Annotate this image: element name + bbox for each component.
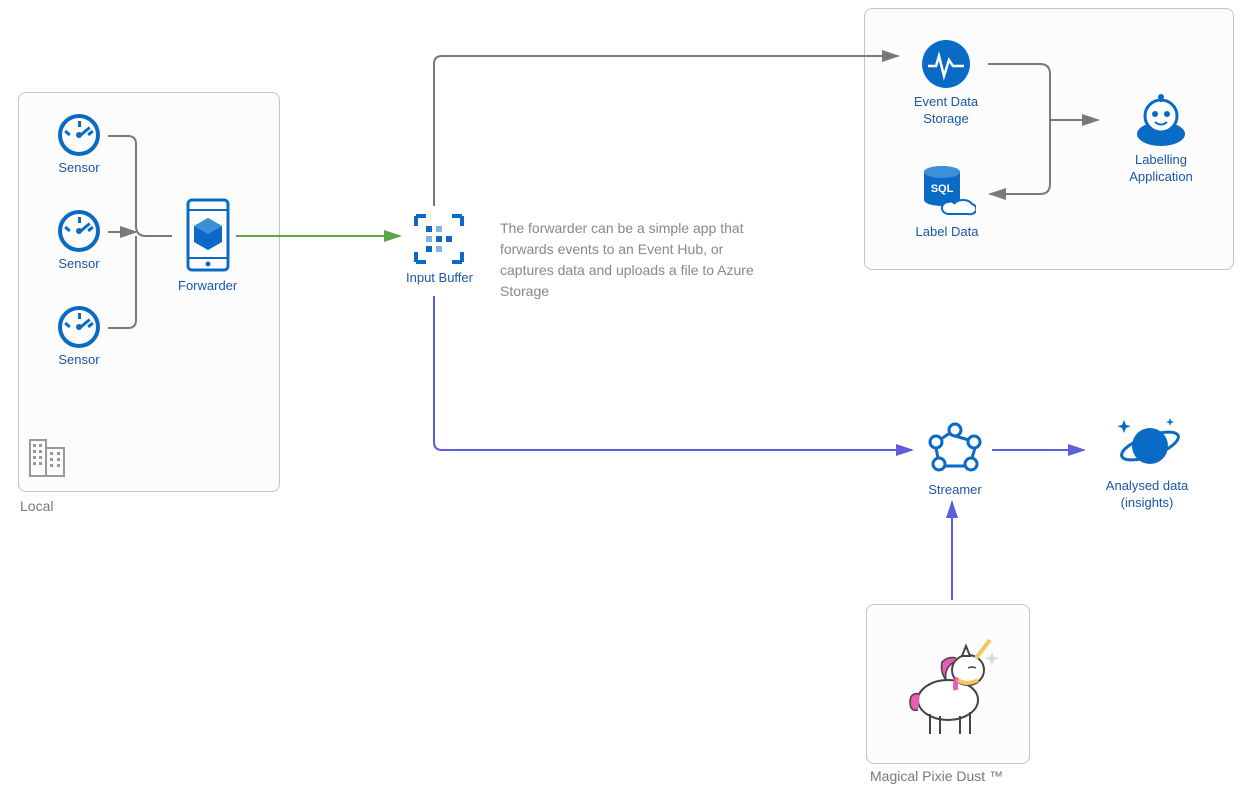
node-streamer: Streamer: [920, 422, 990, 499]
planet-icon: [1114, 414, 1180, 474]
node-input-buffer-label: Input Buffer: [406, 270, 473, 287]
bot-icon: [1133, 92, 1189, 148]
gauge-icon: [58, 210, 100, 252]
description-text: The forwarder can be a simple app that f…: [500, 218, 760, 302]
mobile-device-icon: [182, 198, 234, 274]
node-labelling-label: Labelling Application: [1106, 152, 1216, 186]
node-unicorn: [896, 622, 1006, 742]
node-sensor-1: Sensor: [58, 114, 100, 177]
node-analysed-label: Analysed data (insights): [1092, 478, 1202, 512]
node-sensor-1-label: Sensor: [58, 160, 99, 177]
node-sensor-3-label: Sensor: [58, 352, 99, 369]
stream-analytics-icon: [927, 422, 983, 478]
pulse-circle-icon: [920, 38, 972, 90]
unicorn-icon: [896, 622, 1006, 742]
sql-database-icon: SQL: [918, 162, 976, 220]
gauge-icon: [58, 306, 100, 348]
node-forwarder: Forwarder: [178, 198, 237, 295]
node-sensor-3: Sensor: [58, 306, 100, 369]
event-hub-icon: [412, 212, 466, 266]
buildings-icon: [28, 434, 68, 478]
node-label-data-label: Label Data: [916, 224, 979, 241]
gauge-icon: [58, 114, 100, 156]
node-sensor-2-label: Sensor: [58, 256, 99, 273]
node-event-data: Event Data Storage: [906, 38, 986, 128]
node-streamer-label: Streamer: [928, 482, 981, 499]
node-labelling: Labelling Application: [1106, 92, 1216, 186]
svg-text:SQL: SQL: [931, 183, 954, 195]
group-pixie-label: Magical Pixie Dust ™: [870, 768, 1003, 784]
group-local-label: Local: [20, 498, 53, 514]
node-analysed: Analysed data (insights): [1092, 414, 1202, 512]
node-label-data: SQL Label Data: [908, 162, 986, 241]
node-sensor-2: Sensor: [58, 210, 100, 273]
node-input-buffer: Input Buffer: [406, 212, 473, 287]
node-event-data-label: Event Data Storage: [906, 94, 986, 128]
node-forwarder-label: Forwarder: [178, 278, 237, 295]
